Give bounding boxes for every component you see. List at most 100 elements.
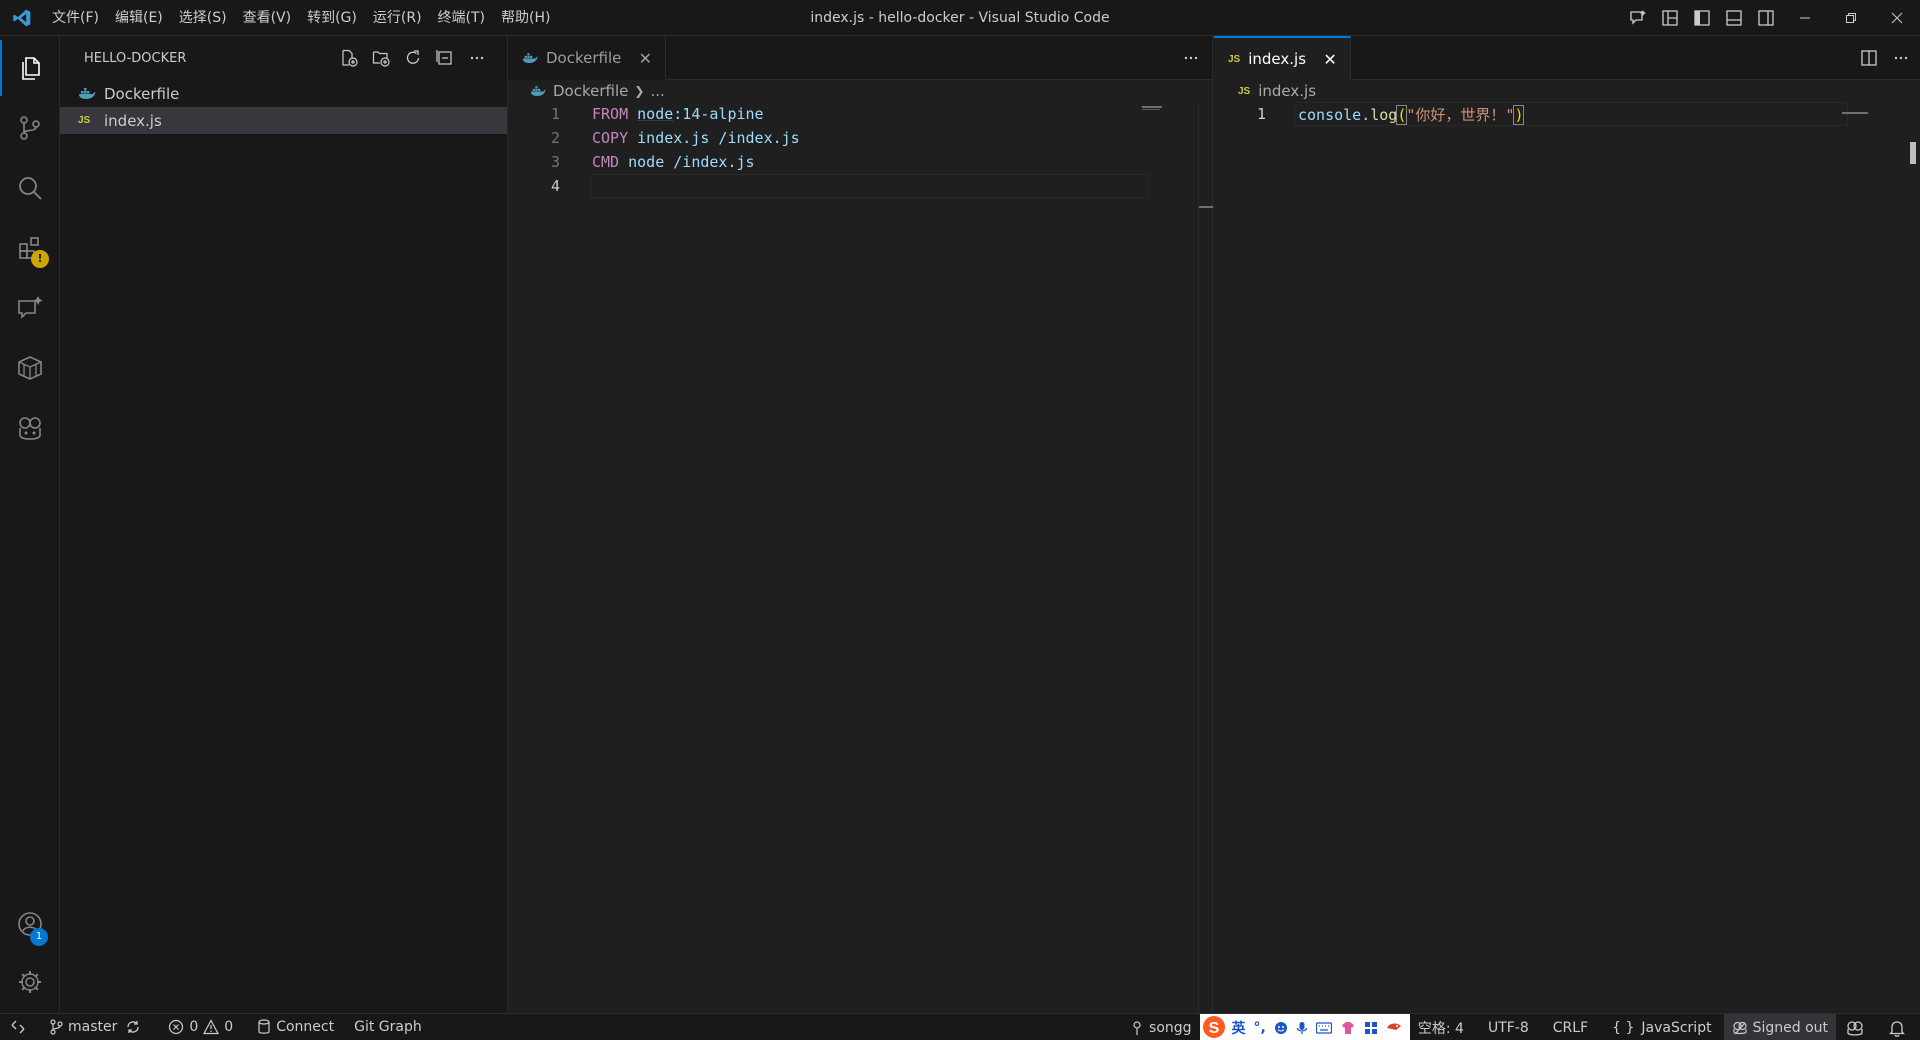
search-icon[interactable] <box>0 160 60 216</box>
menu-run[interactable]: 运行(R) <box>365 5 430 31</box>
close-tab-icon[interactable]: ✕ <box>635 48 655 68</box>
indentation-indicator[interactable]: 空格: 4 <box>1410 1014 1472 1040</box>
tab-dockerfile[interactable]: Dockerfile ✕ <box>508 36 667 80</box>
pin-icon <box>1133 1020 1141 1035</box>
accounts-icon[interactable]: 1 <box>0 896 60 952</box>
file-item-index-js[interactable]: JS index.js <box>60 107 507 134</box>
ime-language[interactable]: 英 <box>1232 1018 1246 1038</box>
docker-icon[interactable] <box>0 340 60 396</box>
tab-index-js[interactable]: JS index.js ✕ <box>1214 36 1352 80</box>
status-bar: master 0 0 Connect Git Graph songg S 英 °… <box>0 1013 1920 1040</box>
menu-go[interactable]: 转到(G) <box>299 5 365 31</box>
collapse-all-icon[interactable] <box>429 42 461 74</box>
menu-help[interactable]: 帮助(H) <box>493 5 558 31</box>
skin-icon[interactable] <box>1340 1021 1356 1035</box>
minimize-icon[interactable] <box>1782 0 1828 36</box>
editor-actions <box>1860 36 1910 80</box>
branch-indicator[interactable]: master <box>41 1014 154 1040</box>
toggle-secondary-sidebar-icon[interactable] <box>1750 0 1782 36</box>
breadcrumb-file[interactable]: Dockerfile <box>553 82 628 100</box>
editor-more-actions-icon[interactable] <box>1182 36 1200 80</box>
toolbox-icon[interactable] <box>1364 1021 1378 1035</box>
remote-indicator-icon[interactable] <box>0 1014 41 1040</box>
encoding-indicator[interactable]: UTF-8 <box>1480 1014 1537 1040</box>
restore-icon[interactable] <box>1828 0 1874 36</box>
customize-layout-icon[interactable] <box>1654 0 1686 36</box>
menu-view[interactable]: 查看(V) <box>235 5 300 31</box>
ime-toolbar[interactable]: S 英 °, <box>1199 1014 1410 1040</box>
braces-icon: { } <box>1612 1019 1635 1036</box>
menu-bar: 文件(F) 编辑(E) 选择(S) 查看(V) 转到(G) 运行(R) 终端(T… <box>44 0 558 36</box>
sync-icon <box>127 1021 140 1033</box>
minimap[interactable] <box>1842 106 1872 116</box>
signed-out-indicator[interactable]: Signed out <box>1723 1014 1836 1040</box>
branch-name: master <box>68 1019 118 1035</box>
warning-icon <box>203 1019 220 1035</box>
connect-button[interactable]: Connect <box>249 1014 342 1040</box>
problems-indicator[interactable]: 0 0 <box>160 1014 241 1040</box>
menu-selection[interactable]: 选择(S) <box>171 5 235 31</box>
docker-file-icon <box>78 87 104 101</box>
keyboard-icon[interactable] <box>1315 1021 1332 1034</box>
copilot-menu-icon[interactable] <box>1836 1014 1879 1040</box>
breadcrumb-file[interactable]: index.js <box>1258 82 1316 100</box>
copilot-icon[interactable] <box>0 400 60 456</box>
new-folder-icon[interactable] <box>365 42 397 74</box>
workspace-title[interactable]: HELLO-DOCKER <box>84 51 186 66</box>
code-editor-index-js[interactable]: 1 console.log("你好，世界！") <box>1214 102 1920 126</box>
vertical-scrollbar[interactable] <box>1906 102 1920 1013</box>
line-number: 1 <box>550 105 560 123</box>
chat-toggle-icon[interactable] <box>1622 0 1654 36</box>
file-name: index.js <box>104 111 162 130</box>
file-item-dockerfile[interactable]: Dockerfile <box>60 80 507 107</box>
menu-edit[interactable]: 编辑(E) <box>107 5 171 31</box>
source-control-icon[interactable] <box>0 100 60 156</box>
sogou-logo-icon[interactable]: S <box>1200 1014 1228 1040</box>
code-line-current: 4 <box>508 174 1212 198</box>
split-editor-icon[interactable] <box>1860 49 1878 67</box>
mascot-icon[interactable] <box>1386 1021 1402 1035</box>
vertical-scrollbar[interactable] <box>1198 102 1213 1013</box>
toggle-primary-sidebar-icon[interactable] <box>1686 0 1718 36</box>
svg-text:S: S <box>1208 1020 1219 1037</box>
code-editor-dockerfile[interactable]: 1 FROM node:14-alpine 2 COPY index.js /i… <box>508 102 1212 198</box>
refresh-icon[interactable] <box>397 42 429 74</box>
minimap[interactable] <box>1142 104 1172 124</box>
line-number: 4 <box>550 177 560 195</box>
explorer-icon[interactable] <box>0 40 60 96</box>
js-file-icon: JS <box>1238 85 1251 97</box>
more-actions-icon[interactable] <box>461 42 493 74</box>
git-graph-button[interactable]: Git Graph <box>346 1014 430 1040</box>
chevron-right-icon: ❯ <box>634 84 645 98</box>
js-file-icon: JS <box>78 115 91 126</box>
title-bar-controls <box>1622 0 1920 36</box>
close-window-icon[interactable] <box>1874 0 1920 36</box>
explorer-sidebar: HELLO-DOCKER Dockerfile JS index.js <box>60 36 508 1013</box>
line-number: 3 <box>550 153 560 171</box>
new-file-icon[interactable] <box>333 42 365 74</box>
eol-indicator[interactable]: CRLF <box>1545 1014 1596 1040</box>
breadcrumb: Dockerfile ❯ ... <box>508 80 1212 102</box>
settings-gear-icon[interactable] <box>0 954 60 1010</box>
vscode-logo-icon[interactable] <box>0 0 44 36</box>
notifications-bell-icon[interactable] <box>1879 1014 1920 1040</box>
menu-terminal[interactable]: 终端(T) <box>430 5 493 31</box>
editor-group-left: Dockerfile ✕ Dockerfile ❯ ... 1 FROM nod… <box>508 36 1213 1013</box>
microphone-icon[interactable] <box>1296 1021 1308 1035</box>
code-line: 1 FROM node:14-alpine <box>508 102 1212 126</box>
language-mode-indicator[interactable]: { } JavaScript <box>1604 1014 1719 1040</box>
error-count: 0 <box>189 1019 199 1035</box>
toggle-panel-icon[interactable] <box>1718 0 1750 36</box>
close-tab-icon[interactable]: ✕ <box>1320 49 1340 69</box>
emoji-icon[interactable] <box>1274 1021 1288 1035</box>
extensions-icon[interactable]: ! <box>0 220 60 276</box>
menu-file[interactable]: 文件(F) <box>44 5 107 31</box>
ime-punctuation[interactable]: °, <box>1254 1020 1266 1036</box>
docker-file-icon <box>522 52 538 65</box>
chat-icon[interactable] <box>0 280 60 336</box>
editor-more-actions-icon[interactable] <box>1892 49 1910 67</box>
docker-file-icon <box>530 85 546 98</box>
user-indicator[interactable]: songg <box>1122 1014 1200 1040</box>
breadcrumb-symbols[interactable]: ... <box>650 82 664 100</box>
code-line: 2 COPY index.js /index.js <box>508 126 1212 150</box>
